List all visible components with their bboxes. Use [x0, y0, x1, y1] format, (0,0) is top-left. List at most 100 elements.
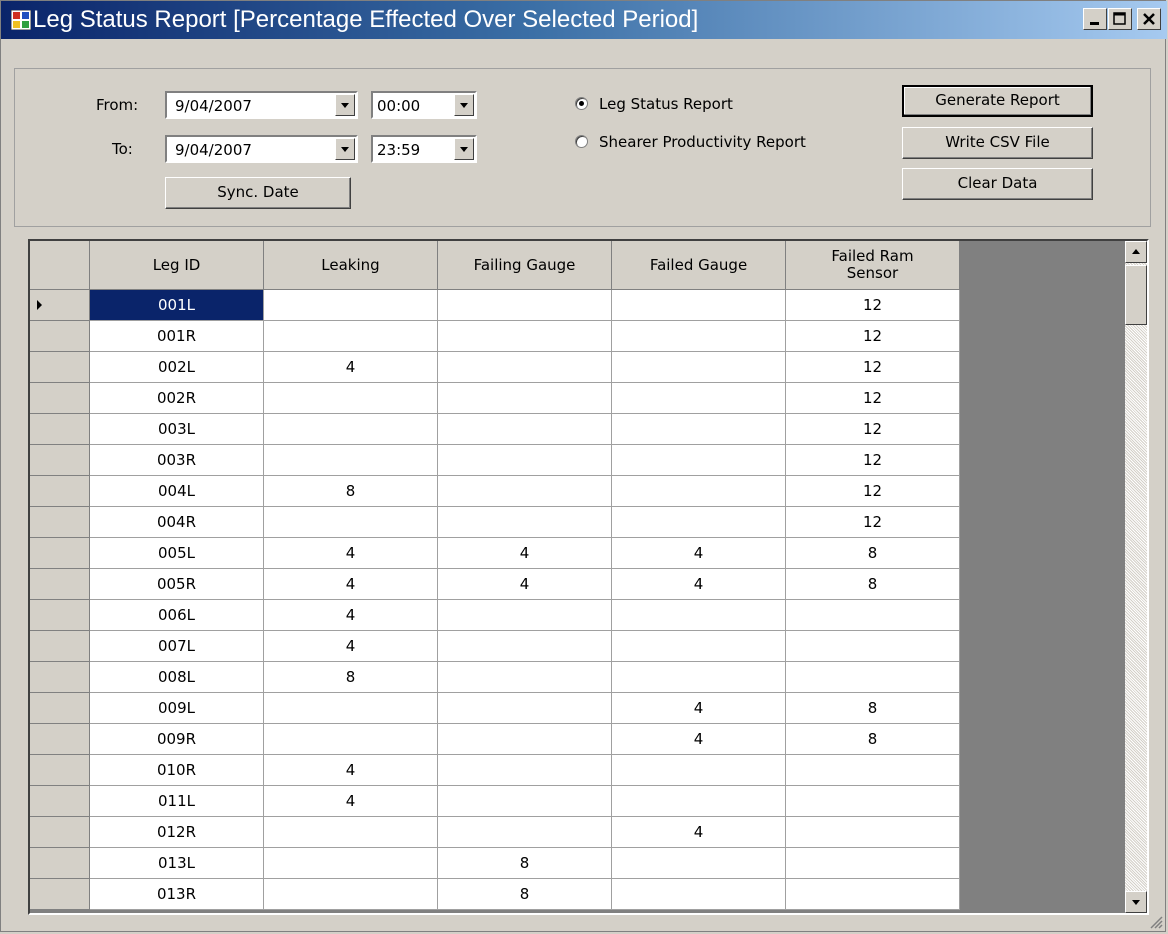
table-row[interactable]: 005L 4 4 4 8: [30, 538, 960, 569]
cell-failing-gauge[interactable]: [438, 290, 612, 321]
cell-failed-gauge[interactable]: [612, 383, 786, 414]
sync-date-button[interactable]: Sync. Date: [165, 177, 351, 209]
title-bar[interactable]: Leg Status Report [Percentage Effected O…: [1, 1, 1167, 39]
row-header[interactable]: [30, 817, 90, 848]
cell-leaking[interactable]: 4: [264, 631, 438, 662]
cell-leg-id[interactable]: 005L: [90, 538, 264, 569]
cell-failing-gauge[interactable]: [438, 507, 612, 538]
cell-failing-gauge[interactable]: [438, 414, 612, 445]
cell-leaking[interactable]: 4: [264, 755, 438, 786]
from-time-combo[interactable]: 00:00: [371, 91, 477, 119]
close-button[interactable]: [1137, 8, 1161, 30]
cell-failing-gauge[interactable]: [438, 476, 612, 507]
cell-failed-gauge[interactable]: [612, 600, 786, 631]
leg-status-radio-label[interactable]: Leg Status Report: [599, 94, 733, 114]
cell-failed-ram-sensor[interactable]: 8: [786, 569, 960, 600]
cell-leaking[interactable]: 4: [264, 786, 438, 817]
cell-leaking[interactable]: [264, 321, 438, 352]
cell-failing-gauge[interactable]: [438, 786, 612, 817]
table-row[interactable]: 013L 8: [30, 848, 960, 879]
cell-leaking[interactable]: [264, 290, 438, 321]
chevron-down-icon[interactable]: [454, 94, 474, 116]
cell-failed-gauge[interactable]: [612, 662, 786, 693]
cell-leg-id[interactable]: 007L: [90, 631, 264, 662]
cell-failing-gauge[interactable]: [438, 693, 612, 724]
cell-failed-gauge[interactable]: [612, 290, 786, 321]
cell-leaking[interactable]: [264, 507, 438, 538]
cell-failing-gauge[interactable]: [438, 600, 612, 631]
resize-grip-icon[interactable]: [1149, 915, 1163, 929]
row-header[interactable]: [30, 414, 90, 445]
table-row[interactable]: 006L 4: [30, 600, 960, 631]
cell-failing-gauge[interactable]: [438, 352, 612, 383]
row-header[interactable]: [30, 569, 90, 600]
vertical-scrollbar[interactable]: [1125, 241, 1147, 913]
cell-failed-gauge[interactable]: [612, 631, 786, 662]
cell-failed-ram-sensor[interactable]: [786, 817, 960, 848]
chevron-down-icon[interactable]: [335, 138, 355, 160]
column-header-leg-id[interactable]: Leg ID: [90, 241, 264, 290]
table-row[interactable]: 003L 12: [30, 414, 960, 445]
row-header[interactable]: [30, 445, 90, 476]
cell-leg-id[interactable]: 002R: [90, 383, 264, 414]
cell-leg-id[interactable]: 004R: [90, 507, 264, 538]
cell-failed-gauge[interactable]: 4: [612, 724, 786, 755]
cell-leg-id[interactable]: 003R: [90, 445, 264, 476]
cell-failed-gauge[interactable]: [612, 445, 786, 476]
cell-failed-gauge[interactable]: 4: [612, 817, 786, 848]
cell-leaking[interactable]: 8: [264, 476, 438, 507]
minimize-button[interactable]: [1083, 8, 1107, 30]
cell-failed-ram-sensor[interactable]: 12: [786, 507, 960, 538]
cell-failed-ram-sensor[interactable]: 8: [786, 724, 960, 755]
cell-leg-id[interactable]: 004L: [90, 476, 264, 507]
cell-leaking[interactable]: [264, 445, 438, 476]
cell-leg-id[interactable]: 013L: [90, 848, 264, 879]
cell-failed-gauge[interactable]: [612, 848, 786, 879]
scrollbar-thumb[interactable]: [1125, 265, 1147, 325]
cell-failed-gauge[interactable]: [612, 755, 786, 786]
write-csv-button[interactable]: Write CSV File: [902, 127, 1093, 159]
table-row[interactable]: 011L 4: [30, 786, 960, 817]
cell-failing-gauge[interactable]: [438, 817, 612, 848]
cell-failed-gauge[interactable]: [612, 414, 786, 445]
cell-failed-ram-sensor[interactable]: [786, 879, 960, 910]
row-header[interactable]: [30, 631, 90, 662]
table-row[interactable]: 002L 4 12: [30, 352, 960, 383]
cell-leg-id[interactable]: 005R: [90, 569, 264, 600]
column-header-failed-ram-sensor[interactable]: Failed Ram Sensor: [786, 241, 960, 290]
cell-leaking[interactable]: 4: [264, 352, 438, 383]
cell-failed-ram-sensor[interactable]: 12: [786, 476, 960, 507]
cell-failing-gauge[interactable]: 4: [438, 538, 612, 569]
table-row[interactable]: 009L 4 8: [30, 693, 960, 724]
row-header[interactable]: [30, 600, 90, 631]
column-header-leaking[interactable]: Leaking: [264, 241, 438, 290]
leg-status-grid[interactable]: Leg ID Leaking Failing Gauge Failed Gaug…: [28, 239, 1149, 915]
column-header-failed-gauge[interactable]: Failed Gauge: [612, 241, 786, 290]
cell-failed-gauge[interactable]: 4: [612, 693, 786, 724]
to-date-combo[interactable]: 9/04/2007: [165, 135, 358, 163]
cell-leaking[interactable]: [264, 693, 438, 724]
cell-failing-gauge[interactable]: 8: [438, 848, 612, 879]
cell-failed-gauge[interactable]: [612, 321, 786, 352]
table-row[interactable]: 007L 4: [30, 631, 960, 662]
row-header[interactable]: [30, 290, 90, 321]
table-row[interactable]: 004R 12: [30, 507, 960, 538]
cell-failed-gauge[interactable]: [612, 879, 786, 910]
table-row[interactable]: 003R 12: [30, 445, 960, 476]
maximize-button[interactable]: [1108, 8, 1132, 30]
cell-leaking[interactable]: 8: [264, 662, 438, 693]
table-row[interactable]: 002R 12: [30, 383, 960, 414]
cell-failing-gauge[interactable]: [438, 631, 612, 662]
cell-leaking[interactable]: [264, 383, 438, 414]
table-row[interactable]: 010R 4: [30, 755, 960, 786]
cell-leg-id[interactable]: 001R: [90, 321, 264, 352]
cell-failed-gauge[interactable]: [612, 352, 786, 383]
leg-status-radio[interactable]: [575, 97, 588, 110]
cell-failed-gauge[interactable]: 4: [612, 538, 786, 569]
row-header[interactable]: [30, 724, 90, 755]
row-header[interactable]: [30, 321, 90, 352]
cell-failed-ram-sensor[interactable]: [786, 786, 960, 817]
cell-failed-ram-sensor[interactable]: [786, 755, 960, 786]
cell-failed-gauge[interactable]: [612, 507, 786, 538]
scroll-up-button[interactable]: [1125, 241, 1147, 263]
